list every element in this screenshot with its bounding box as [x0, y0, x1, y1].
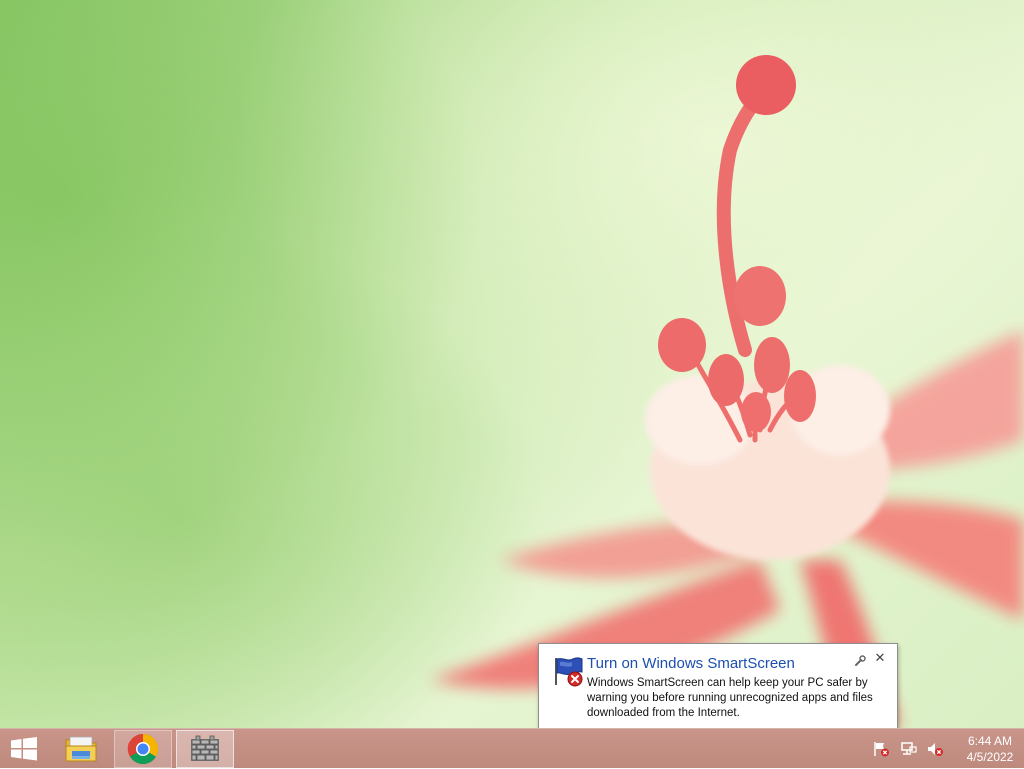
- clock-time: 6:44 AM: [967, 734, 1013, 748]
- notification-title[interactable]: Turn on Windows SmartScreen: [587, 655, 795, 673]
- flower-wallpaper-image: [430, 55, 1024, 728]
- action-center-flag-error-icon: [555, 657, 583, 687]
- taskbar-clock[interactable]: 6:44 AM 4/5/2022: [958, 733, 1022, 765]
- wrench-options-icon[interactable]: [854, 655, 866, 667]
- taskbar: 6:44 AM 4/5/2022: [0, 728, 1024, 768]
- network-icon[interactable]: [900, 741, 918, 757]
- folder-icon: [65, 736, 97, 762]
- start-button[interactable]: [0, 730, 48, 768]
- smartscreen-notification[interactable]: Turn on Windows SmartScreen Windows Smar…: [538, 643, 898, 729]
- action-center-flag-icon[interactable]: [872, 741, 890, 757]
- windows-logo-icon: [11, 737, 37, 761]
- system-tray: 6:44 AM 4/5/2022: [864, 729, 1024, 769]
- volume-muted-icon[interactable]: [926, 741, 944, 757]
- firewall-icon: [191, 735, 219, 761]
- notification-body: Windows SmartScreen can help keep your P…: [587, 677, 873, 719]
- windows-firewall-button[interactable]: [176, 730, 234, 768]
- desktop-wallpaper: [0, 0, 1024, 728]
- close-icon[interactable]: ✕: [872, 651, 888, 667]
- chrome-icon: [127, 734, 159, 765]
- chrome-button[interactable]: [114, 730, 172, 768]
- file-explorer-button[interactable]: [52, 730, 110, 768]
- clock-date: 4/5/2022: [966, 750, 1014, 764]
